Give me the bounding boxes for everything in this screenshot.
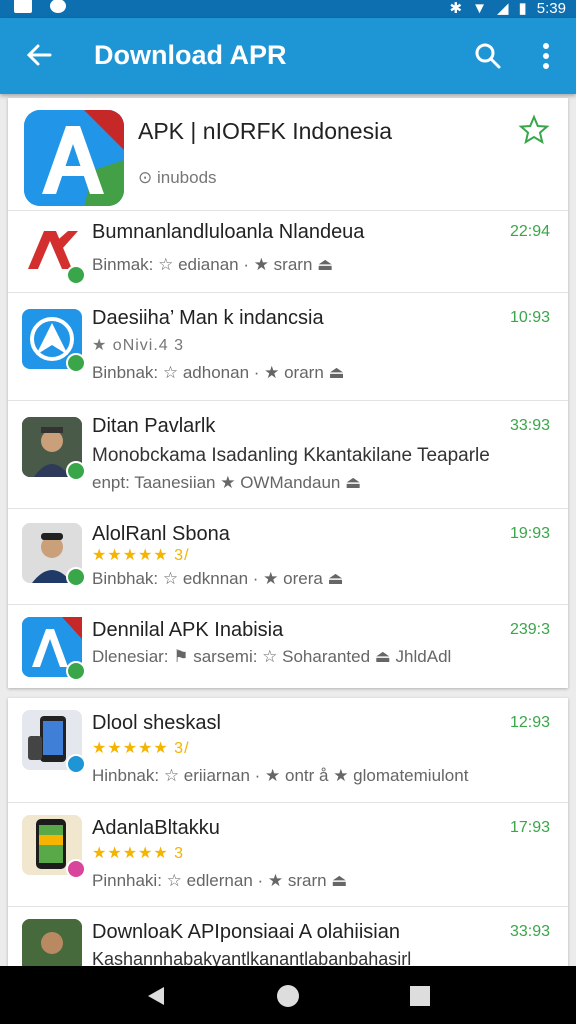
item-title: AdanlaBltakku (92, 817, 220, 839)
featured-app-name: APK | nIORFK Indonesia (138, 118, 392, 144)
search-button[interactable] (472, 40, 504, 72)
featured-app[interactable]: APK | nIORFK Indonesia ⊙ inubods (8, 98, 568, 210)
featured-app-meta: ⊙ inubods (138, 168, 217, 187)
circle-home-icon (277, 985, 299, 1007)
item-rating: ★ oNivi.4 3 (92, 337, 185, 354)
item-rating: ★★★★★ 3/ (92, 740, 190, 757)
verified-badge-icon (66, 567, 86, 587)
back-button[interactable] (22, 38, 56, 72)
nav-home-button[interactable] (276, 984, 300, 1013)
nav-recents-button[interactable] (408, 984, 432, 1013)
verified-badge-icon (66, 754, 86, 774)
battery-icon: ▮ (518, 0, 527, 17)
item-time: 239:3 (509, 621, 550, 638)
item-time: 10:93 (509, 309, 550, 326)
item-title: DownloaK APIponsiaai A olahiisian (92, 921, 400, 943)
verified-badge-icon (66, 661, 86, 681)
item-title: Daesiiha’ Man k indancsia (92, 307, 324, 329)
item-subtitle: Hinbnak: ☆ eriiarnan · ★ ontr å ★ glomat… (92, 766, 469, 785)
list-item[interactable]: Dennilal APK Inabisia 239:3 Dlenesiar: ⚑… (8, 604, 568, 688)
verified-badge-icon (66, 461, 86, 481)
item-title: AlolRanl Sbona (92, 523, 230, 545)
status-bar: ✱ ▼ ◢ ▮ 5:39 (0, 0, 576, 18)
square-recents-icon (410, 986, 430, 1006)
item-title: Dlool sheskasl (92, 712, 221, 734)
verified-badge-icon (66, 265, 86, 285)
apk-logo-icon (24, 110, 124, 206)
item-title: Ditan Pavlarlk (92, 415, 216, 437)
person-photo-icon (22, 919, 82, 968)
signal-icon: ◢ (496, 0, 509, 17)
item-title: Bumnanlandluloanla Nlandeua (92, 221, 365, 243)
item-subtitle: Dlenesiar: ⚑ sarsemi: ☆ Soharanted ⏏ Jhl… (92, 647, 452, 666)
item-time: 17:93 (509, 819, 550, 836)
item-subtitle: Binmak: ☆ edianan · ★ srarn ⏏ (92, 255, 334, 274)
list-item[interactable]: Dlool sheskasl 12:93 ★★★★★ 3/ Hinbnak: ☆… (8, 698, 568, 802)
phone-app-icon (22, 710, 86, 774)
clock: 5:39 (536, 0, 566, 17)
list-item[interactable]: AlolRanl Sbona 19:93 ★★★★★ 3/ Binbhak: ☆… (8, 508, 568, 604)
app-list-card: APK | nIORFK Indonesia ⊙ inubods Bumnanl… (8, 98, 568, 688)
bluetooth-icon: ✱ (449, 0, 463, 17)
item-title: Dennilal APK Inabisia (92, 619, 284, 641)
verified-badge-icon (66, 859, 86, 879)
list-item[interactable]: AdanlaBltakku 17:93 ★★★★★ 3 Pinnhaki: ☆ … (8, 802, 568, 906)
overflow-menu-button[interactable] (532, 40, 560, 72)
item-subtitle: Binbhak: ☆ edknnan · ★ orera ⏏ (92, 569, 344, 588)
list-item[interactable]: DownloaK APIponsiaai A olahiisian 33:93 … (8, 906, 568, 968)
phone-app-icon (22, 815, 86, 879)
favorite-button[interactable] (518, 114, 550, 146)
apk-logo-icon (22, 617, 86, 681)
item-subtitle: Binbnak: ☆ adhonan · ★ orarn ⏏ (92, 363, 345, 382)
item-subtitle: enpt: Taanesiian ★ OWMandaun ⏏ (92, 473, 362, 492)
notification-icon (50, 0, 66, 13)
person-photo-icon (22, 523, 86, 587)
item-rating: ★★★★★ 3/ (92, 547, 190, 564)
list-item[interactable]: Bumnanlandluloanla Nlandeua 22:94 Binmak… (8, 210, 568, 292)
item-time: 33:93 (509, 417, 550, 434)
page-title: Download APR (94, 40, 287, 70)
item-rating: ★★★★★ 3 (92, 845, 185, 862)
star-outline-icon (518, 114, 550, 145)
item-subtitle: Pinnhaki: ☆ edlernan · ★ srarn ⏏ (92, 871, 348, 890)
list-item[interactable]: Daesiiha’ Man k indancsia 10:93 ★ oNivi.… (8, 292, 568, 400)
apk-red-logo-icon (22, 221, 86, 285)
more-vert-icon (543, 43, 549, 69)
compass-app-logo-icon (22, 309, 86, 373)
item-time: 12:93 (509, 714, 550, 731)
app-list-card: Dlool sheskasl 12:93 ★★★★★ 3/ Hinbnak: ☆… (8, 698, 568, 968)
item-time: 19:93 (509, 525, 550, 542)
search-icon (475, 43, 501, 69)
triangle-back-icon (148, 987, 164, 1005)
system-nav-bar (0, 966, 576, 1024)
verified-badge-icon (66, 353, 86, 373)
nav-back-button[interactable] (144, 984, 168, 1013)
item-time: 33:93 (509, 923, 550, 940)
app-bar: Download APR (0, 18, 576, 94)
arrow-left-icon (26, 44, 52, 66)
item-time: 22:94 (509, 223, 550, 240)
notification-icon (14, 0, 32, 13)
list-item[interactable]: Ditan Pavlarlk 33:93 Monobckama Isadanli… (8, 400, 568, 508)
wifi-icon: ▼ (472, 0, 487, 17)
person-photo-icon (22, 417, 86, 481)
item-description: Monobckama Isadanling Kkantakilane Teapa… (92, 445, 490, 466)
